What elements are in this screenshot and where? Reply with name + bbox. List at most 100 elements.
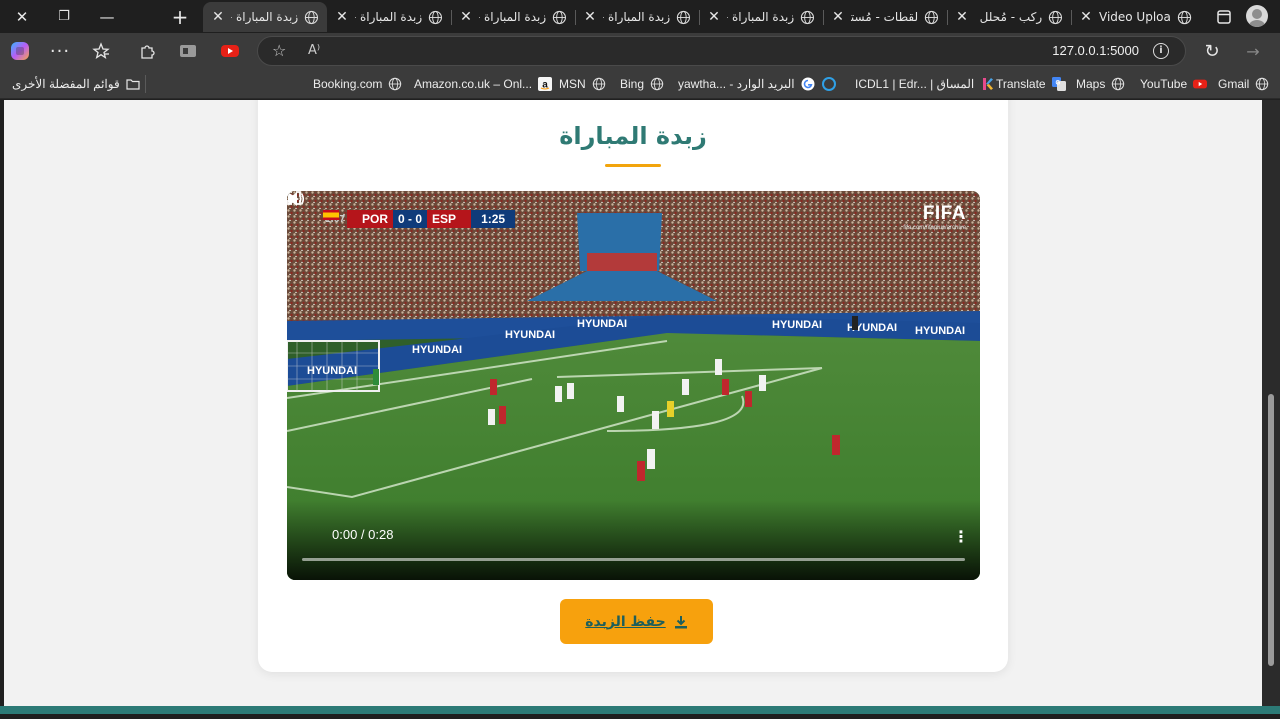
page-viewport: زبدة المباراة HYUNDAI HYUNDAI HYUNDAI HY… — [4, 100, 1262, 706]
window-minimize-button[interactable]: — — [93, 0, 121, 33]
globe-icon — [428, 10, 443, 24]
page-scrollbar[interactable] — [1262, 100, 1280, 706]
tab-title: لقطات - مُستد — [850, 10, 919, 24]
window-close-button[interactable]: ✕ — [8, 0, 36, 33]
bookmark-gmail[interactable]: Gmail — [1218, 76, 1269, 92]
bookmark-youtube[interactable]: YouTube — [1140, 76, 1208, 92]
bookmark-label: Amazon.co.uk – Onl... — [414, 77, 533, 91]
tab-close-icon[interactable]: ✕ — [335, 9, 349, 25]
svg-text:HYUNDAI: HYUNDAI — [307, 365, 357, 377]
tab-title: زبدة المباراة - — [230, 10, 299, 24]
copilot-icon[interactable] — [8, 39, 32, 63]
bookmark-label: Booking.com — [313, 77, 383, 91]
svg-text:G: G — [1055, 81, 1060, 87]
tab-3[interactable]: ✕ زبدة المباراة - — [575, 2, 699, 32]
download-icon — [674, 615, 687, 628]
globe-icon — [1048, 10, 1063, 24]
bookmark-amazon[interactable]: Amazon.co.uk – Onl... a — [414, 76, 553, 92]
forward-icon[interactable]: → — [1241, 39, 1265, 63]
tab-close-icon[interactable]: ✕ — [831, 9, 845, 25]
tab-close-icon[interactable]: ✕ — [1079, 9, 1093, 25]
video-more-icon[interactable]: ⋮ — [953, 527, 969, 546]
amazon-icon: a — [538, 77, 553, 91]
tab-4[interactable]: ✕ زبدة المباراة - — [699, 2, 823, 32]
more-menu-icon[interactable]: ··· — [48, 39, 72, 63]
tab-1[interactable]: ✕ زبدة المباراة - — [327, 2, 451, 32]
tab-2[interactable]: ✕ زبدة المباراة - — [451, 2, 575, 32]
read-aloud-icon[interactable]: A⁾ — [308, 43, 320, 58]
globe-icon — [924, 10, 939, 24]
scoreboard-flag-por — [323, 210, 358, 228]
scoreboard-clock: 1:25 — [471, 210, 516, 228]
tab-close-icon[interactable]: ✕ — [955, 9, 969, 25]
youtube-extension-icon[interactable] — [218, 39, 242, 63]
refresh-icon[interactable]: ↻ — [1200, 39, 1224, 63]
scoreboard-team2: ESP — [427, 210, 462, 228]
favorite-star-icon[interactable]: ☆ — [272, 41, 286, 60]
highlight-card: زبدة المباراة HYUNDAI HYUNDAI HYUNDAI HY… — [258, 100, 1008, 672]
scoreboard-score: 0 - 0 — [393, 210, 428, 228]
profile-avatar[interactable] — [1246, 5, 1268, 27]
bookmark-label: MSN — [559, 77, 586, 91]
minimize-icon: — — [99, 7, 115, 26]
page-footer-strip — [0, 706, 1280, 719]
tab-close-icon[interactable]: ✕ — [707, 9, 721, 25]
bookmark-translate[interactable]: Translate G — [996, 76, 1066, 92]
bookmark-label: Gmail — [1218, 77, 1250, 91]
tab-title: زبدة المباراة - — [726, 10, 795, 24]
window-restore-button[interactable]: ❐ — [50, 0, 78, 33]
globe-icon — [1256, 77, 1269, 91]
scrollbar-thumb[interactable] — [1268, 394, 1274, 666]
bookmark-maps[interactable]: Maps — [1076, 76, 1125, 92]
globe-icon — [592, 77, 605, 91]
bookmark-other-favorites[interactable]: قوائم المفضلة الأخرى — [12, 76, 140, 92]
tab-close-icon[interactable]: ✕ — [211, 9, 225, 25]
svg-text:HYUNDAI: HYUNDAI — [577, 318, 627, 330]
svg-text:HYUNDAI: HYUNDAI — [412, 344, 462, 356]
globe-icon — [676, 10, 691, 24]
google-icon — [801, 77, 815, 91]
tab-7[interactable]: ✕ Video Upload — [1071, 2, 1201, 32]
address-bar[interactable]: ☆ A⁾ 127.0.0.1:5000 i — [257, 36, 1186, 66]
bookmark-label: قوائم المفضلة الأخرى — [12, 77, 120, 91]
immersive-reader-icon[interactable] — [176, 39, 200, 63]
save-button-label: حفظ الزبدة — [585, 613, 666, 630]
tab-title: ركب - مُحلل ال — [975, 10, 1043, 24]
bookmark-bing[interactable]: Bing — [620, 76, 664, 92]
extensions-icon[interactable] — [135, 39, 159, 63]
tab-5[interactable]: ✕ لقطات - مُستد — [823, 2, 947, 32]
video-player[interactable]: HYUNDAI HYUNDAI HYUNDAI HYUNDAI HYUNDAI … — [287, 191, 980, 580]
tab-close-icon[interactable]: ✕ — [583, 9, 597, 25]
save-highlight-button[interactable]: حفظ الزبدة — [560, 599, 713, 644]
bookmark-divider — [145, 75, 146, 93]
scoreboard-flag-esp — [323, 210, 472, 228]
folder-icon — [126, 79, 140, 90]
tab-title: زبدة المباراة - — [602, 10, 671, 24]
page-title: زبدة المباراة — [559, 122, 707, 150]
site-info-icon[interactable]: i — [1153, 43, 1169, 59]
bookmark-label: YouTube — [1140, 77, 1188, 91]
tab-actions-button[interactable] — [1211, 0, 1237, 33]
bookmark-label: Maps — [1076, 77, 1106, 91]
translate-icon: G — [1051, 77, 1066, 91]
bookmark-gmail-inbox[interactable]: yawtha... - البريد الوارد — [678, 76, 815, 92]
globe-icon — [800, 10, 815, 24]
url-text[interactable]: 127.0.0.1:5000 — [1052, 43, 1139, 58]
tab-0[interactable]: ✕ زبدة المباراة - — [203, 2, 327, 32]
fifa-watermark: FIFA — [922, 203, 966, 224]
edge-icon — [822, 77, 836, 91]
fullscreen-icon[interactable] — [287, 191, 301, 205]
tab-title: Video Upload — [1099, 10, 1171, 24]
bookmark-edge[interactable] — [822, 76, 836, 92]
svg-text:HYUNDAI: HYUNDAI — [505, 329, 555, 341]
bookmark-booking[interactable]: Booking.com — [313, 76, 402, 92]
svg-text:HYUNDAI: HYUNDAI — [915, 325, 965, 337]
favorites-icon[interactable] — [89, 39, 113, 63]
new-tab-button[interactable]: + — [166, 0, 194, 33]
scoreboard-team1: POR — [357, 210, 394, 228]
bookmark-msn[interactable]: MSN — [559, 76, 606, 92]
tab-close-icon[interactable]: ✕ — [459, 9, 473, 25]
bookmark-icdl[interactable]: ICDL1 | Edr... | المساق — [855, 76, 994, 92]
video-progress-bar[interactable] — [302, 558, 965, 561]
tab-6[interactable]: ✕ ركب - مُحلل ال — [947, 2, 1071, 32]
